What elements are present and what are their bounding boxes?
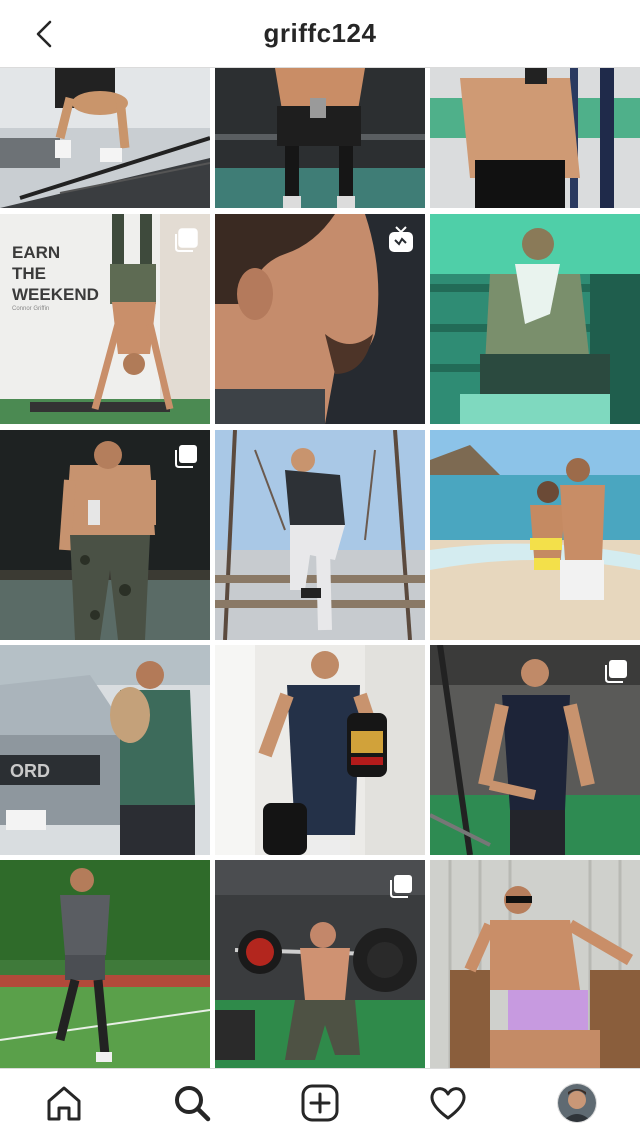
tab-new-post[interactable] bbox=[300, 1083, 340, 1123]
svg-text:ORD: ORD bbox=[10, 761, 50, 781]
posts-grid: EARN THE WEEKEND Connor Griffin ORD bbox=[0, 68, 640, 1068]
igtv-icon bbox=[389, 226, 413, 252]
post-overlay-subtext: Connor Griffin bbox=[12, 306, 50, 312]
profile-username-title: griffc124 bbox=[263, 18, 377, 48]
carousel-badge bbox=[387, 872, 415, 900]
post-image bbox=[0, 68, 210, 208]
carousel-icon bbox=[390, 875, 412, 898]
post-image bbox=[430, 68, 640, 208]
post-image bbox=[0, 860, 210, 1068]
post-image bbox=[215, 645, 425, 855]
carousel-badge bbox=[172, 442, 200, 470]
post-handstand-earn-the-weekend[interactable]: EARN THE WEEKEND Connor Griffin bbox=[0, 214, 210, 424]
post-image bbox=[430, 860, 640, 1068]
post-image bbox=[215, 430, 425, 640]
post-track-run[interactable] bbox=[0, 860, 210, 1068]
post-gym-supplement[interactable] bbox=[0, 430, 210, 640]
carousel-icon bbox=[175, 445, 197, 468]
carousel-badge bbox=[602, 657, 630, 685]
post-beach-couple[interactable] bbox=[430, 430, 640, 640]
post-overlay-text: EARN THE WEEKEND bbox=[12, 242, 99, 305]
activity-heart-icon bbox=[430, 1087, 466, 1120]
new-post-icon bbox=[301, 1084, 339, 1122]
avatar-image bbox=[558, 1084, 596, 1122]
overlay-line-2: THE bbox=[12, 264, 46, 283]
post-image bbox=[430, 214, 640, 424]
post-puppy-truck[interactable]: ORD bbox=[0, 645, 210, 855]
overlay-line-3: WEEKEND bbox=[12, 285, 99, 304]
post-gym-standing[interactable] bbox=[215, 68, 425, 208]
carousel-icon bbox=[175, 228, 198, 252]
post-mirror-selfie[interactable] bbox=[430, 68, 640, 208]
overlay-line-1: EARN bbox=[12, 243, 61, 262]
search-icon bbox=[175, 1086, 211, 1122]
bottom-tab-bar bbox=[0, 1068, 640, 1138]
carousel-badge bbox=[172, 226, 200, 254]
tab-activity[interactable] bbox=[428, 1083, 468, 1123]
post-image: ORD bbox=[0, 645, 210, 855]
post-outdoor-knee-raise[interactable] bbox=[215, 430, 425, 640]
post-whey-protein[interactable] bbox=[215, 645, 425, 855]
post-lounge-sunglasses[interactable] bbox=[430, 860, 640, 1068]
post-image bbox=[215, 68, 425, 208]
post-home-gym-tank[interactable] bbox=[430, 645, 640, 855]
carousel-icon bbox=[605, 660, 627, 683]
post-barbell-squat[interactable] bbox=[215, 860, 425, 1068]
igtv-badge bbox=[387, 226, 415, 254]
tab-search[interactable] bbox=[172, 1083, 212, 1123]
home-icon bbox=[47, 1086, 81, 1121]
top-header: griffc124 bbox=[0, 0, 640, 68]
post-jump-bridge[interactable] bbox=[0, 68, 210, 208]
post-profile-closeup[interactable] bbox=[215, 214, 425, 424]
profile-avatar[interactable] bbox=[557, 1083, 597, 1123]
post-image bbox=[430, 430, 640, 640]
post-sauna-towel[interactable] bbox=[430, 214, 640, 424]
tab-home[interactable] bbox=[44, 1083, 84, 1123]
